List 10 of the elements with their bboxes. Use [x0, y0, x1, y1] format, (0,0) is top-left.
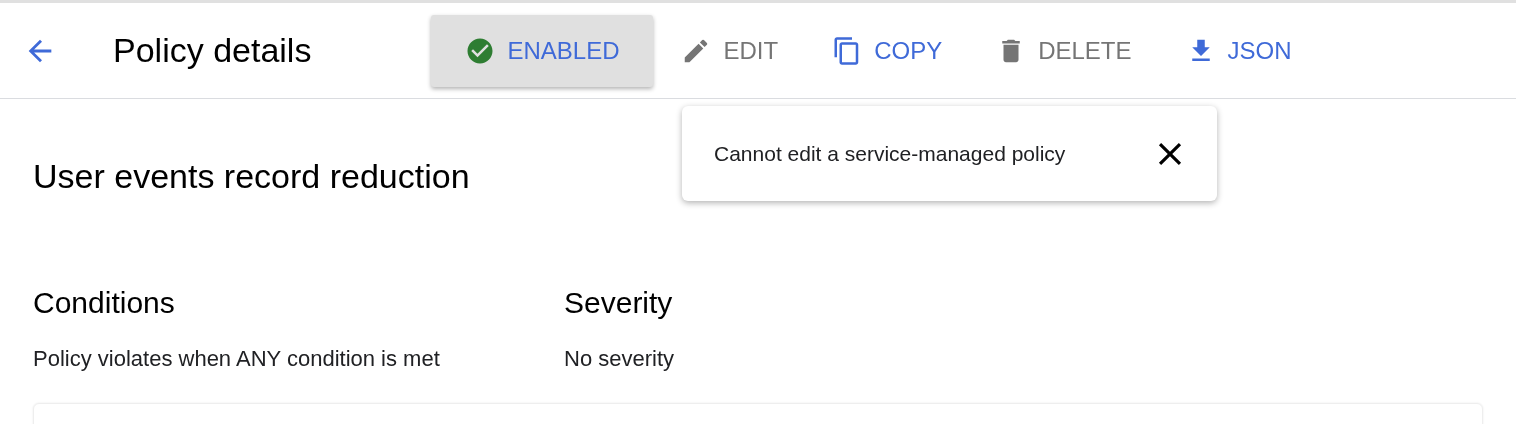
action-button[interactable]: JSON: [1159, 14, 1318, 87]
enabled-toggle-button[interactable]: ENABLED: [431, 14, 654, 87]
policy-name: User events record reduction: [33, 156, 470, 197]
action-button[interactable]: COPY: [806, 14, 969, 87]
section-value: No severity: [564, 345, 675, 373]
section-heading: Conditions: [33, 285, 176, 321]
section-value: Policy violates when ANY condition is met: [33, 345, 441, 373]
tooltip-text: Cannot edit a service-managed policy: [714, 140, 1066, 167]
page-title: Policy details: [113, 30, 312, 71]
section-heading: Severity: [564, 285, 674, 321]
